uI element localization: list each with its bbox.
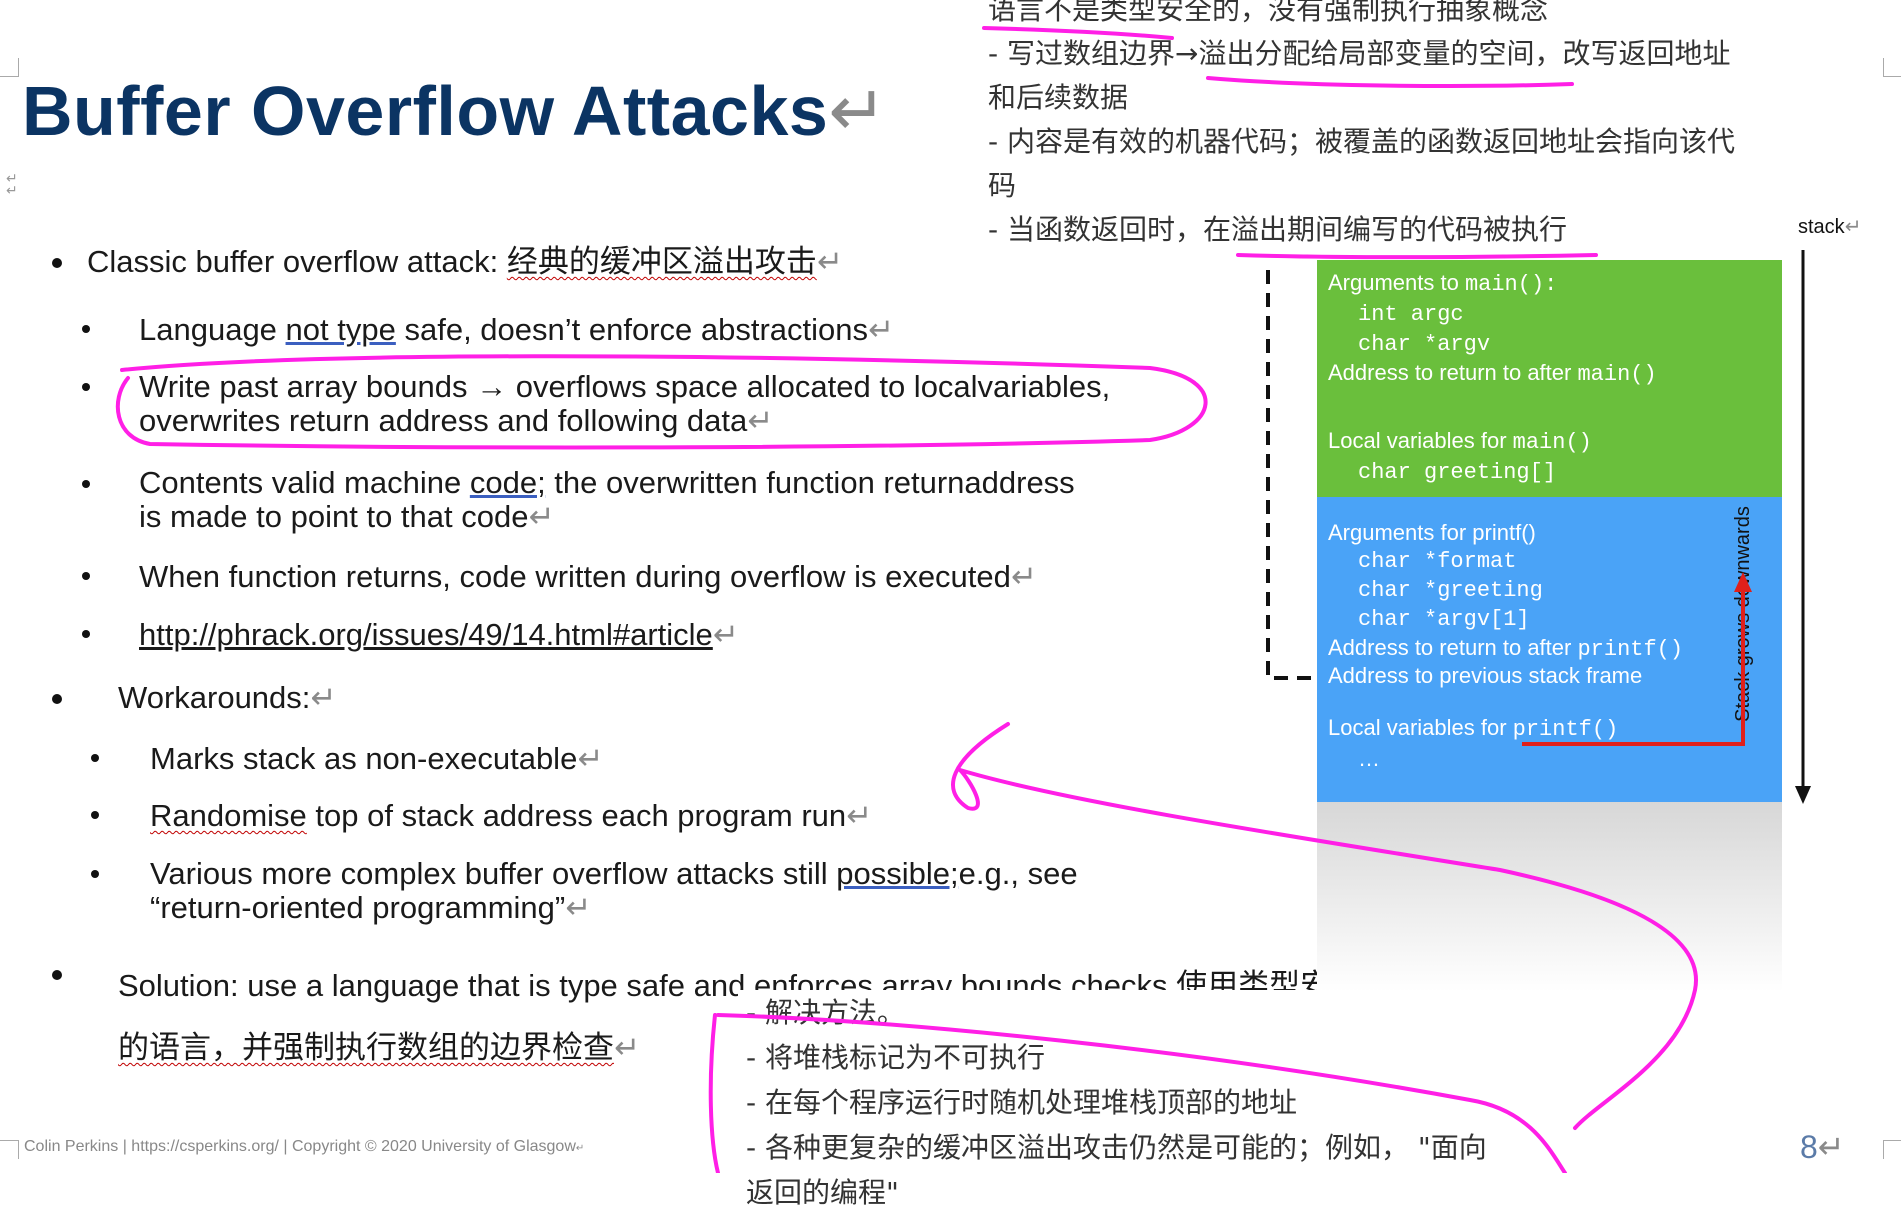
underline-cn-1 [982,26,1174,40]
underline-cn-2 [1206,76,1574,88]
circle-write-past [115,354,1208,450]
handwritten-annotations [115,26,1698,1173]
underline-cn-3 [1236,253,1598,260]
bracket-cn-bottom [708,1013,720,1173]
scribble-cn-bottom [716,1013,1567,1173]
page-number: 8↵ [1800,1128,1845,1166]
cn-bottom-line: 返回的编程" [746,1176,899,1209]
para-mark: ↵ [575,1143,585,1154]
curve-to-workarounds [951,722,1698,1130]
para-mark: ↵ [1817,1129,1845,1165]
footer-text: Colin Perkins | https://csperkins.org/ |… [24,1138,576,1155]
footer-copyright: Colin Perkins | https://csperkins.org/ |… [24,1138,584,1156]
page-number-text: 8 [1800,1129,1818,1165]
